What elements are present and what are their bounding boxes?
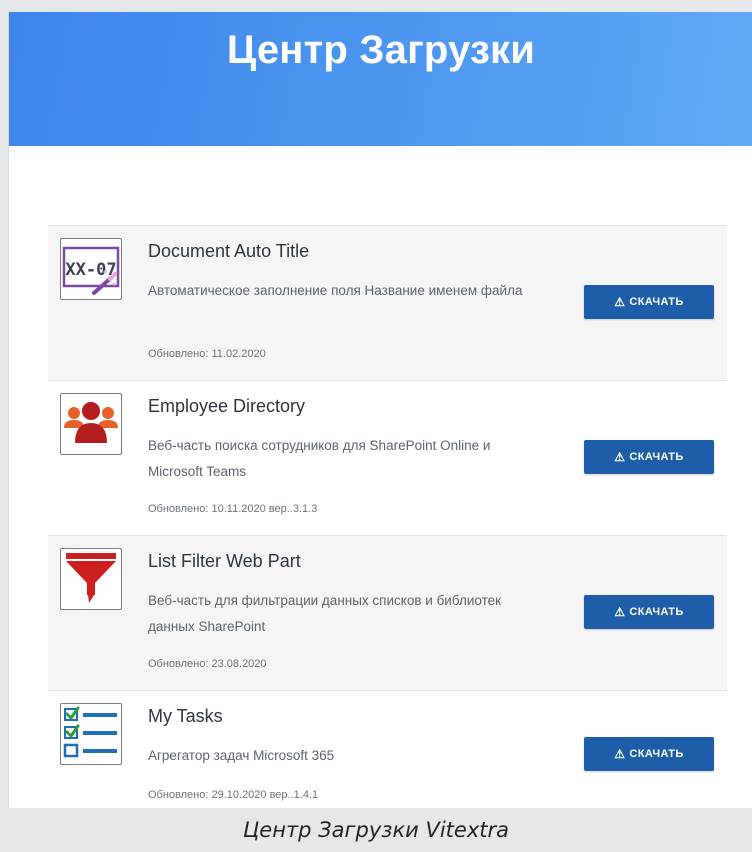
list-item: List Filter Web Part Веб-часть для фильт… bbox=[48, 536, 727, 691]
download-button[interactable]: ⚠ СКАЧАТЬ bbox=[584, 285, 714, 319]
list-item: My Tasks Агрегатор задач Microsoft 365 О… bbox=[48, 691, 727, 808]
item-title: Document Auto Title bbox=[148, 241, 310, 261]
download-button-label: СКАЧАТЬ bbox=[629, 451, 684, 463]
funnel-filter-icon-graphic bbox=[66, 553, 116, 605]
download-button[interactable]: ⚠ СКАЧАТЬ bbox=[584, 595, 714, 629]
funnel-filter-icon bbox=[60, 548, 122, 610]
svg-text:XX-07: XX-07 bbox=[65, 260, 116, 280]
download-icon: ⚠ bbox=[614, 605, 626, 619]
download-list: XX-07 Document Auto Title Автоматическое… bbox=[48, 225, 727, 808]
download-center-screen: Центр Загрузки XX-07 Document Auto Title… bbox=[8, 12, 752, 808]
download-button[interactable]: ⚠ СКАЧАТЬ bbox=[584, 440, 714, 474]
download-button-label: СКАЧАТЬ bbox=[629, 748, 684, 760]
download-button[interactable]: ⚠ СКАЧАТЬ bbox=[584, 737, 714, 771]
download-button-label: СКАЧАТЬ bbox=[629, 296, 684, 308]
hero-banner: Центр Загрузки bbox=[9, 12, 752, 146]
item-updated-date: Обновлено: 11.02.2020 bbox=[148, 348, 266, 360]
item-description: Автоматическое заполнение поля Название … bbox=[148, 283, 523, 298]
download-icon: ⚠ bbox=[614, 450, 626, 464]
item-description: Веб-часть для фильтрации данных списков … bbox=[148, 593, 502, 634]
download-icon: ⚠ bbox=[614, 747, 626, 761]
employee-directory-icon bbox=[60, 393, 122, 455]
page-title: Центр Загрузки bbox=[226, 28, 536, 72]
item-updated-date: Обновлено: 29.10.2020 вер..1.4.1 bbox=[148, 789, 319, 801]
download-button-label: СКАЧАТЬ bbox=[629, 606, 684, 618]
item-title: List Filter Web Part bbox=[148, 551, 301, 571]
image-caption: Центр Загрузки Vitextra bbox=[0, 808, 752, 852]
task-checklist-icon-graphic bbox=[63, 706, 117, 758]
employee-directory-icon-graphic bbox=[64, 402, 118, 443]
document-auto-title-icon-graphic: XX-07 bbox=[62, 246, 120, 295]
list-item: XX-07 Document Auto Title Автоматическое… bbox=[48, 226, 727, 381]
task-checklist-icon bbox=[60, 703, 122, 765]
item-title: Employee Directory bbox=[148, 396, 306, 416]
item-description: Агрегатор задач Microsoft 365 bbox=[148, 748, 335, 763]
download-icon: ⚠ bbox=[614, 295, 626, 309]
item-title: My Tasks bbox=[148, 706, 223, 726]
item-updated-date: Обновлено: 23.08.2020 bbox=[148, 658, 267, 670]
list-item: Employee Directory Веб-часть поиска сотр… bbox=[48, 381, 727, 536]
item-description: Веб-часть поиска сотрудников для SharePo… bbox=[148, 438, 491, 479]
item-updated-date: Обновлено: 10.11.2020 вер..3.1.3 bbox=[148, 503, 318, 515]
document-auto-title-icon: XX-07 bbox=[60, 238, 122, 300]
